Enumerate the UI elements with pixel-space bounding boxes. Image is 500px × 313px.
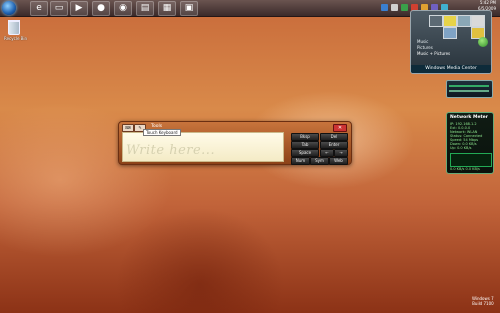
small-gadget[interactable] <box>446 80 493 98</box>
media-item-music[interactable]: Music <box>417 39 428 44</box>
close-button[interactable]: ✕ <box>333 124 347 132</box>
recycle-bin-icon <box>8 20 20 35</box>
gadget-bar <box>449 90 489 92</box>
media-thumbnail[interactable] <box>443 15 457 27</box>
start-button[interactable] <box>2 1 16 15</box>
network-graph <box>450 153 492 167</box>
keyboard-icon: ⌨ <box>125 125 131 130</box>
firefox-icon: ◉ <box>119 3 127 13</box>
notes-icon: ▦ <box>162 3 172 13</box>
write-here-hint: Write here... <box>126 143 216 158</box>
writing-pad[interactable]: Touch Keyboard Write here... <box>122 129 284 162</box>
key-backspace[interactable]: Bksp <box>291 133 319 141</box>
ie-icon: e <box>36 3 42 13</box>
chrome-button[interactable]: ● <box>92 1 110 16</box>
tray-icon[interactable] <box>401 4 408 11</box>
firefox-button[interactable]: ◉ <box>114 1 132 16</box>
touch-keyboard-tooltip: Touch Keyboard <box>143 129 181 136</box>
media-player-button[interactable]: ▶ <box>70 1 88 16</box>
pen-icon: ✎ <box>138 125 142 130</box>
media-thumbnail[interactable] <box>443 27 457 39</box>
network-meter-gadget[interactable]: Network Meter IP: 192.168.1.2 Ext: 0.0.0… <box>446 112 494 174</box>
media-center-gadget[interactable]: Music Pictures Music + Pictures Windows … <box>410 10 492 74</box>
media-item-music-pictures[interactable]: Music + Pictures <box>417 51 450 56</box>
key-space[interactable]: Space <box>291 149 319 157</box>
network-line: Up: 0.0 KB/s <box>450 146 472 150</box>
keyboard-mode-button[interactable]: ⌨ <box>122 124 134 132</box>
network-meter-title: Network Meter <box>450 115 488 120</box>
key-tab[interactable]: Tab <box>291 141 319 149</box>
key-num[interactable]: Num <box>291 157 310 165</box>
media-center-title: Windows Media Center <box>411 65 491 73</box>
recycle-bin[interactable]: Recycle Bin <box>4 20 28 41</box>
document-button[interactable]: ▤ <box>136 1 154 16</box>
key-sym[interactable]: Sym <box>310 157 329 165</box>
gadget-bar <box>449 85 489 87</box>
key-enter[interactable]: Enter <box>320 141 348 149</box>
key-web[interactable]: Web <box>329 157 348 165</box>
media-thumbnail[interactable] <box>457 15 471 27</box>
document-icon: ▤ <box>140 3 150 13</box>
media-thumbnail[interactable] <box>429 15 443 27</box>
key-delete[interactable]: Del <box>320 133 348 141</box>
key-left[interactable]: ← <box>320 149 334 157</box>
media-item-pictures[interactable]: Pictures <box>417 45 433 50</box>
windows-branding: Windows 7 Build 7100 <box>472 296 494 306</box>
tray-icon[interactable] <box>381 4 388 11</box>
key-right[interactable]: → <box>334 149 348 157</box>
media-player-icon: ▶ <box>75 3 83 13</box>
ie-button[interactable]: e <box>30 1 48 16</box>
tablet-input-panel[interactable]: ⌨ ✎ Tools ✕ Touch Keyboard Write here...… <box>118 121 352 165</box>
monitor-icon: ▣ <box>184 3 194 13</box>
media-thumbnail[interactable] <box>471 15 485 27</box>
branding-line: Build 7100 <box>472 301 494 306</box>
network-footer: 0.0 KB/s 0.0 KB/s <box>450 167 480 171</box>
notes-button[interactable]: ▦ <box>158 1 176 16</box>
explorer-button[interactable]: ▭ <box>50 1 68 16</box>
recycle-bin-label: Recycle Bin <box>4 36 28 41</box>
monitor-button[interactable]: ▣ <box>180 1 198 16</box>
folder-icon: ▭ <box>54 3 64 13</box>
chrome-icon: ● <box>97 3 105 13</box>
media-center-logo-icon <box>478 37 488 47</box>
tray-icon[interactable] <box>391 4 398 11</box>
